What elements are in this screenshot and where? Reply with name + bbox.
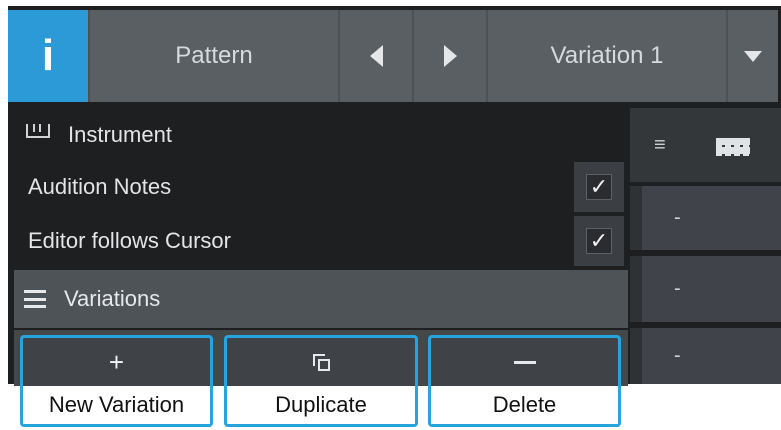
instrument-label: Instrument — [68, 122, 172, 147]
lane-row[interactable]: - — [630, 186, 781, 250]
audition-notes-label: Audition Notes — [28, 174, 172, 199]
variations-header[interactable]: Variations — [14, 270, 628, 328]
duplicate-variation-button[interactable]: Duplicate — [224, 335, 418, 427]
triangle-right-icon — [443, 45, 457, 67]
lane-value: - — [674, 206, 681, 229]
info-icon: i — [41, 31, 55, 80]
lane-handle — [630, 328, 642, 384]
check-icon: ✓ — [586, 228, 612, 254]
editor-follows-cursor-label: Editor follows Cursor — [28, 228, 231, 253]
new-variation-label: New Variation — [23, 386, 210, 424]
triangle-left-icon — [369, 45, 383, 67]
lane-row[interactable]: - — [630, 256, 781, 322]
editor-follows-cursor-row: Editor follows Cursor — [16, 216, 624, 266]
previous-variation-button[interactable] — [340, 10, 412, 102]
editor-view-header — [630, 108, 781, 182]
audition-notes-row: Audition Notes — [16, 162, 624, 212]
duplicate-label: Duplicate — [227, 386, 415, 424]
variation-selector[interactable]: Variation 1 — [488, 10, 726, 102]
pattern-toolbar: i Pattern Variation 1 — [8, 10, 778, 102]
variation-dropdown-button[interactable] — [728, 10, 778, 102]
check-icon: ✓ — [586, 174, 612, 200]
keyboard-icon — [26, 124, 50, 138]
lane-value: - — [674, 344, 681, 367]
triangle-down-icon — [744, 50, 762, 62]
variations-label: Variations — [64, 286, 161, 311]
pattern-label: Pattern — [90, 10, 338, 102]
delete-label: Delete — [431, 386, 618, 424]
plus-icon: + — [108, 346, 125, 377]
list-view-icon[interactable]: ≡ — [654, 134, 666, 157]
lane-row[interactable]: - — [630, 328, 781, 384]
minus-icon — [513, 360, 536, 364]
lane-value: - — [674, 277, 681, 300]
new-variation-button[interactable]: + New Variation — [20, 335, 213, 427]
next-variation-button[interactable] — [414, 10, 486, 102]
editor-follows-cursor-checkbox[interactable]: ✓ — [574, 216, 624, 266]
duplicate-icon — [313, 354, 330, 371]
info-button[interactable]: i — [8, 10, 88, 102]
audition-notes-checkbox[interactable]: ✓ — [574, 162, 624, 212]
grid-view-icon[interactable] — [716, 138, 750, 156]
hamburger-menu-icon — [24, 290, 46, 308]
delete-variation-button[interactable]: Delete — [428, 335, 621, 427]
lane-handle — [630, 256, 642, 322]
instrument-row[interactable]: Instrument — [16, 112, 624, 158]
lane-handle — [630, 186, 642, 250]
